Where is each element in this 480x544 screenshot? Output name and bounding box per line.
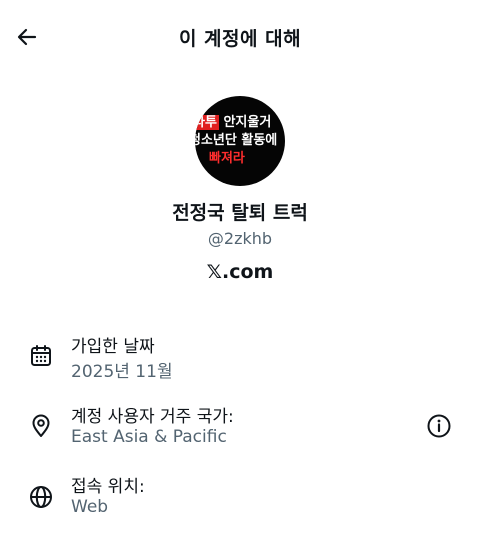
avatar-text-line-1-highlight: 타투: [195, 115, 219, 130]
location-pin-icon: [32, 414, 50, 437]
joined-date-value: 2025년 11월: [71, 362, 173, 382]
access-location-value: Web: [71, 497, 109, 517]
joined-date-row: 가입한 날짜 2025년 11월: [0, 332, 480, 384]
platform-label: 𝕏.com: [206, 261, 274, 283]
country-label: 계정 사용자 거주 국가:: [71, 407, 234, 427]
info-icon[interactable]: [425, 412, 453, 440]
calendar-icon: [31, 345, 51, 366]
avatar-text-line-3: 빠져라: [209, 151, 245, 166]
access-location-label: 접속 위치:: [71, 477, 145, 497]
avatar-text-line-1: 타투 안지울거: [195, 115, 285, 131]
joined-date-label: 가입한 날짜: [71, 337, 155, 357]
globe-icon: [30, 486, 52, 508]
page-title: 이 계정에 대해: [178, 28, 302, 50]
avatar-text-line-1-rest: 안지울거: [218, 115, 272, 130]
access-location-row: 접속 위치: Web: [0, 472, 480, 524]
username-handle: @2zkhb: [207, 229, 273, 248]
top-bar: 이 계정에 대해: [0, 0, 480, 76]
avatar-text-line-2: 청소년단 활동에: [195, 133, 278, 148]
display-name: 전정국 탈퇴 트럭: [172, 202, 308, 224]
avatar[interactable]: 타투 안지울거 청소년단 활동에 빠져라: [195, 96, 285, 186]
country-value: East Asia & Pacific: [71, 427, 227, 447]
country-row: 계정 사용자 거주 국가: East Asia & Pacific: [0, 402, 480, 454]
